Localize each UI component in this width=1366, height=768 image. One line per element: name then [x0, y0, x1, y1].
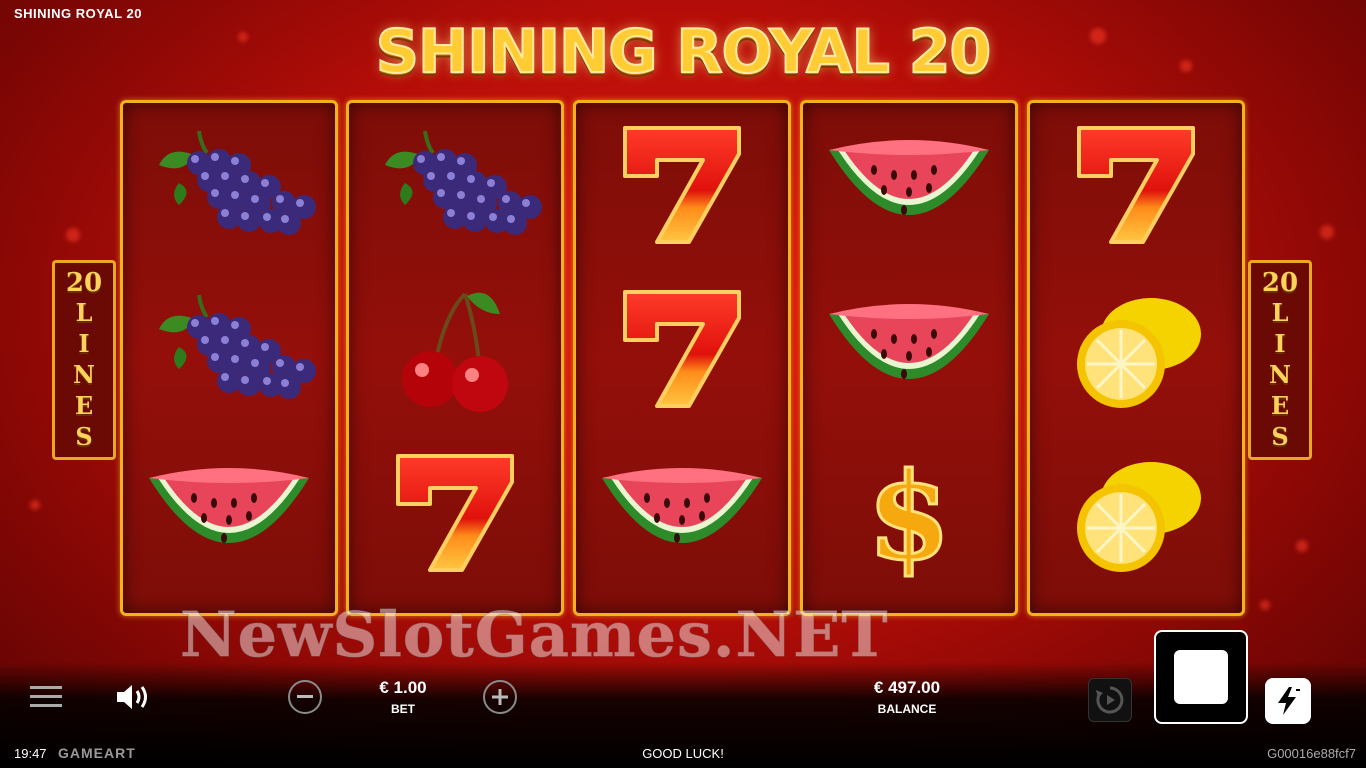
game-logo: SHINING ROYAL 20: [375, 16, 992, 88]
watermelon-symbol: [803, 103, 1015, 267]
plus-icon: [492, 689, 508, 705]
lines-count: 20: [1261, 267, 1299, 298]
seven-symbol: [576, 103, 788, 267]
footer: 19:47 GAMEART GOOD LUCK! G00016e88fcf7: [0, 740, 1366, 768]
increase-bet-button[interactable]: [483, 680, 517, 714]
watermark: NewSlotGames.NET: [180, 598, 889, 671]
bet-amount: € 1.00: [379, 678, 427, 697]
reel-1: [120, 100, 338, 616]
lemon-symbol: [1030, 431, 1242, 595]
reel-4: $: [800, 100, 1018, 616]
hamburger-menu-icon[interactable]: [28, 682, 64, 712]
seven-symbol: [349, 431, 561, 595]
turbo-button[interactable]: [1265, 678, 1311, 724]
autoplay-button[interactable]: [1088, 678, 1132, 722]
balance-amount: € 497.00: [873, 678, 941, 697]
lemon-symbol: [1030, 267, 1242, 431]
seven-symbol: [576, 267, 788, 431]
watermelon-symbol: [576, 431, 788, 595]
minus-icon: [297, 695, 313, 698]
watermelon-symbol: [123, 431, 335, 595]
balance-label: BALANCE: [877, 702, 937, 716]
cherry-symbol: [349, 267, 561, 431]
session-id: G00016e88fcf7: [1267, 746, 1356, 761]
status-message: GOOD LUCK!: [642, 746, 724, 761]
lightning-icon: [1278, 687, 1300, 715]
decrease-bet-button[interactable]: [288, 680, 322, 714]
reel-5: [1027, 100, 1245, 616]
grapes-symbol: [123, 103, 335, 267]
lines-badge-left: 20 LINES: [52, 260, 116, 460]
grapes-symbol: [123, 267, 335, 431]
balance-display: € 497.00 BALANCE: [846, 678, 968, 716]
lines-count: 20: [65, 267, 103, 298]
svg-text:$: $: [867, 448, 951, 578]
reel-3: [573, 100, 791, 616]
seven-symbol: [1030, 103, 1242, 267]
lines-badge-right: 20 LINES: [1248, 260, 1312, 460]
stop-icon: [1174, 650, 1228, 704]
watermelon-symbol: [803, 267, 1015, 431]
reel-2: [346, 100, 564, 616]
lines-word: LINES: [69, 297, 99, 453]
lines-word: LINES: [1265, 297, 1295, 453]
bet-display: € 1.00 BET: [360, 678, 446, 716]
bet-label: BET: [391, 702, 415, 716]
dollar-symbol: $: [803, 431, 1015, 595]
autoplay-icon: [1096, 686, 1124, 714]
grapes-symbol: [349, 103, 561, 267]
speaker-icon[interactable]: [114, 680, 152, 714]
spin-stop-button[interactable]: [1154, 630, 1248, 724]
